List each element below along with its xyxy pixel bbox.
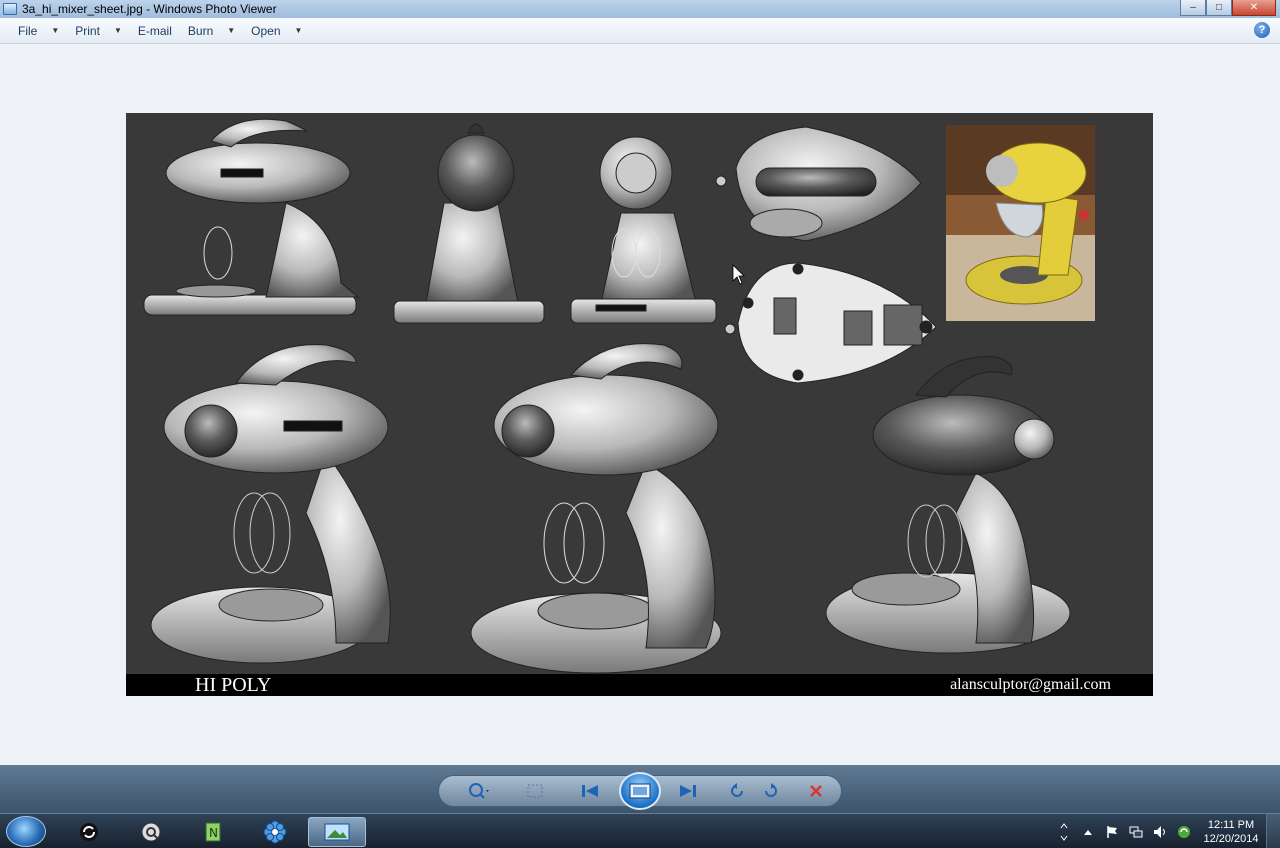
start-button[interactable]: [6, 816, 46, 847]
network-icon[interactable]: [1129, 825, 1143, 839]
menu-burn-label: Burn: [187, 23, 214, 38]
reference-photo: [946, 125, 1095, 321]
actual-size-icon[interactable]: [522, 779, 548, 803]
minimize-button[interactable]: ‒: [1180, 0, 1206, 16]
delete-icon[interactable]: [803, 779, 829, 803]
sync-app-icon[interactable]: [60, 817, 118, 847]
taskbar-clock[interactable]: 12:11 PM 12/20/2014: [1196, 818, 1266, 846]
mouse-cursor-icon: [732, 264, 745, 285]
menu-bar: File ▼ Print ▼ E-mail Burn ▼ Open ▼ ?: [0, 18, 1280, 44]
image-caption-bar: HI POLY alansculptor@gmail.com: [126, 674, 1153, 696]
window-controls: ‒ □ ✕: [1180, 0, 1276, 16]
mixer-top-view: [715, 126, 922, 242]
mixer-front-view: [570, 136, 717, 324]
mixer-back-view: [393, 123, 545, 324]
slideshow-icon[interactable]: [619, 772, 661, 810]
mixer-perspective-dark-right: [825, 356, 1071, 654]
displayed-image: HI POLY alansculptor@gmail.com: [126, 113, 1153, 696]
menu-open-label: Open: [251, 23, 281, 38]
tray-scroll-icon[interactable]: [1057, 822, 1071, 841]
photo-viewer-taskbar-icon[interactable]: [308, 817, 366, 847]
image-viewer-area[interactable]: HI POLY alansculptor@gmail.com: [0, 45, 1280, 765]
menu-email[interactable]: E-mail: [130, 20, 180, 42]
clock-time: 12:11 PM: [1207, 818, 1255, 831]
mixer-render-sheet: [143, 118, 1095, 674]
maximize-button[interactable]: □: [1206, 0, 1232, 16]
rotate-clockwise-icon[interactable]: [758, 779, 784, 803]
previous-icon[interactable]: [578, 779, 604, 803]
zoom-icon[interactable]: [466, 779, 492, 803]
system-tray: 12:11 PM 12/20/2014: [1052, 814, 1280, 848]
menu-file-label: File: [18, 23, 38, 38]
menu-burn[interactable]: Burn ▼: [180, 20, 243, 42]
title-bar[interactable]: 3a_hi_mixer_sheet.jpg - Windows Photo Vi…: [0, 0, 1280, 18]
show-desktop-button[interactable]: [1266, 814, 1280, 848]
sync-status-icon[interactable]: [1177, 825, 1191, 839]
flower-app-icon[interactable]: [246, 817, 304, 847]
mixer-side-view: [143, 118, 360, 316]
action-center-flag-icon[interactable]: [1105, 825, 1119, 839]
rotate-counterclockwise-icon[interactable]: [724, 779, 750, 803]
caption-email: alansculptor@gmail.com: [950, 676, 1111, 693]
svg-text:N: N: [209, 826, 218, 840]
menu-print[interactable]: Print ▼: [67, 20, 130, 42]
menu-email-label: E-mail: [137, 23, 172, 38]
volume-icon[interactable]: [1153, 825, 1167, 839]
mixer-perspective-wireframe-left: [150, 344, 391, 664]
windows-taskbar: N 12:11 PM 12/20/2014: [0, 813, 1280, 848]
close-button[interactable]: ✕: [1232, 0, 1276, 16]
mixer-perspective-smooth-center: [470, 343, 722, 674]
dropdown-arrow-icon: ▼: [227, 26, 236, 35]
quicktime-icon[interactable]: [122, 817, 180, 847]
menu-print-label: Print: [75, 23, 100, 38]
help-icon[interactable]: ?: [1254, 22, 1270, 38]
menu-file[interactable]: File ▼: [10, 20, 67, 42]
next-icon[interactable]: [674, 779, 700, 803]
viewer-control-bar: [0, 765, 1280, 813]
show-hidden-icons-icon[interactable]: [1081, 825, 1095, 839]
notepad-plus-icon[interactable]: N: [184, 817, 242, 847]
window-title: 3a_hi_mixer_sheet.jpg - Windows Photo Vi…: [22, 2, 277, 16]
clock-date: 12/20/2014: [1203, 832, 1259, 845]
dropdown-arrow-icon: ▼: [113, 26, 122, 35]
menu-open[interactable]: Open ▼: [243, 20, 310, 42]
caption-hi-poly: HI POLY: [195, 674, 272, 696]
photo-viewer-app-icon: [3, 3, 17, 15]
dropdown-arrow-icon: ▼: [294, 26, 303, 35]
mixer-bottom-view: [724, 262, 937, 384]
dropdown-arrow-icon: ▼: [51, 26, 60, 35]
